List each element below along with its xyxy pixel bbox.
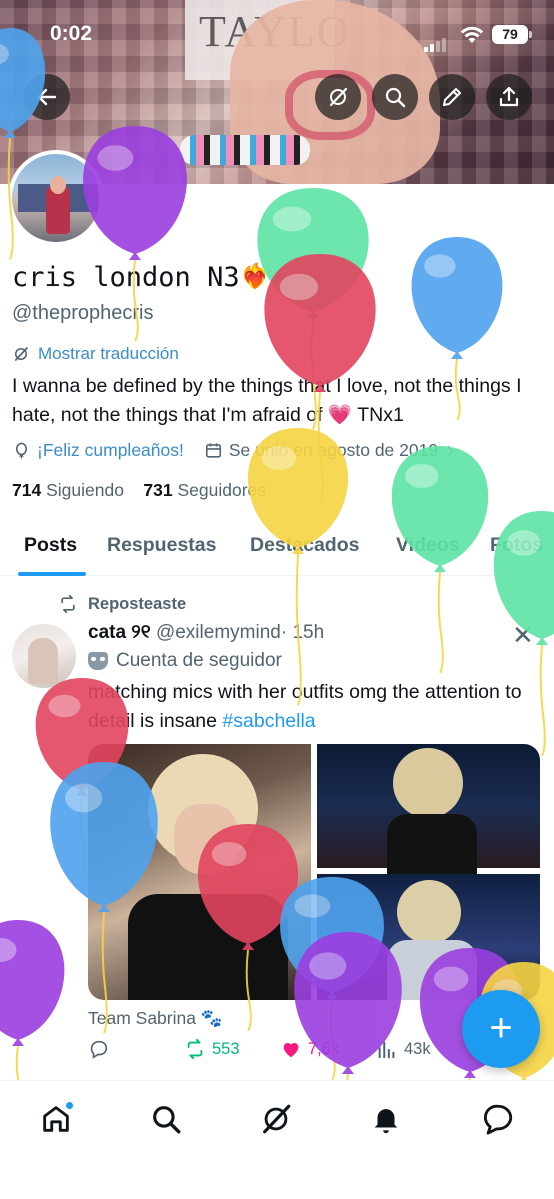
- signal-icon: [424, 34, 448, 52]
- status-time: 0:02: [50, 22, 93, 45]
- followers-stat[interactable]: 731 Seguidores: [143, 480, 266, 500]
- post-author-name[interactable]: cata ୨୧: [88, 622, 151, 643]
- views-button[interactable]: 43k: [376, 1038, 431, 1060]
- mask-icon: [88, 652, 108, 670]
- wifi-icon: [460, 26, 484, 49]
- close-icon[interactable]: ✕: [512, 620, 534, 651]
- calendar-icon: [205, 443, 221, 458]
- media-caption: Team Sabrina 🐾: [88, 1008, 223, 1028]
- reply-icon: [90, 1040, 108, 1059]
- analytics-icon: [378, 1041, 395, 1059]
- tab-videos[interactable]: Videos: [396, 534, 460, 557]
- profile-display-name: cris london N3: [12, 262, 240, 293]
- home-notification-dot: [65, 1101, 74, 1110]
- nav-search[interactable]: [146, 1099, 186, 1139]
- post-media-grid: [88, 744, 540, 1000]
- avatar-face: [50, 176, 66, 194]
- translate-icon: [14, 347, 28, 361]
- nav-grok[interactable]: [256, 1099, 296, 1139]
- grok-icon: [263, 1104, 291, 1134]
- tab-highlights[interactable]: Destacados: [250, 534, 359, 557]
- show-translation-label: Mostrar traducción: [38, 344, 179, 363]
- bottom-navigation: [0, 1080, 554, 1199]
- following-label: Siguiendo: [46, 480, 124, 500]
- following-stat[interactable]: 714 Siguiendo: [12, 480, 124, 500]
- tab-photos[interactable]: Fotos: [490, 534, 543, 557]
- follower-account-label: Cuenta de seguidor: [88, 650, 282, 672]
- profile-avatar[interactable]: [8, 150, 104, 246]
- retweet-icon: [187, 1038, 203, 1060]
- post-text: matching mics with her outfits omg the a…: [88, 678, 528, 736]
- banner-bracelets: [180, 135, 310, 165]
- repost-indicator: Reposteaste: [58, 594, 186, 614]
- active-tab-indicator: [18, 572, 86, 576]
- like-count: 7,6k: [308, 1039, 340, 1058]
- post-author-avatar[interactable]: [12, 624, 76, 688]
- grok-button[interactable]: [315, 74, 361, 120]
- compose-post-button[interactable]: +: [462, 990, 540, 1068]
- retweet-count: 553: [212, 1039, 240, 1058]
- chevron-right-icon[interactable]: [442, 443, 458, 459]
- post-author-handle[interactable]: @exilemymind: [156, 622, 281, 643]
- repost-icon: [61, 594, 75, 614]
- balloon-13: [0, 920, 65, 1108]
- repost-label: Reposteaste: [88, 594, 187, 613]
- profile-tabs: Posts Respuestas Destacados Videos Fotos: [0, 520, 554, 576]
- bell-icon: [374, 1109, 398, 1134]
- battery-indicator: 79: [492, 25, 532, 44]
- joined-date: Se unió en agosto de 2019: [228, 440, 439, 460]
- reply-button[interactable]: [88, 1038, 110, 1060]
- grok-icon: [329, 87, 348, 107]
- status-bar: 0:02 79: [0, 0, 554, 70]
- following-count: 714: [12, 480, 42, 500]
- profile-handle: @theprophecris: [12, 302, 154, 324]
- post-image-2[interactable]: [317, 744, 540, 874]
- follow-stats: 714 Siguiendo 731 Seguidores: [12, 480, 266, 501]
- post-hashtag[interactable]: #sabchella: [222, 710, 315, 732]
- back-button[interactable]: [24, 74, 70, 120]
- follower-account-text: Cuenta de seguidor: [116, 650, 282, 671]
- arrow-left-icon: [37, 88, 57, 106]
- post-avatar-figure: [28, 638, 58, 684]
- tab-posts[interactable]: Posts: [24, 534, 77, 557]
- nav-home[interactable]: [36, 1099, 76, 1139]
- nav-notifications[interactable]: [366, 1099, 406, 1139]
- search-button[interactable]: [372, 74, 418, 120]
- heart-icon: [283, 1043, 299, 1058]
- pencil-icon: [443, 88, 461, 106]
- edit-button[interactable]: [429, 74, 475, 120]
- show-translation-link[interactable]: Mostrar traducción: [12, 344, 179, 364]
- birthday-link[interactable]: ¡Feliz cumpleaños!: [37, 440, 184, 461]
- share-icon: [499, 86, 519, 107]
- search-icon: [385, 87, 406, 108]
- tab-replies[interactable]: Respuestas: [107, 534, 216, 557]
- nav-messages[interactable]: [478, 1099, 518, 1139]
- heart-on-fire-emoji: ❤‍🔥: [240, 263, 270, 290]
- post-image-3[interactable]: [317, 874, 540, 1000]
- search-icon: [153, 1106, 181, 1134]
- profile-bio: I wanna be defined by the things that I …: [12, 375, 522, 426]
- followers-label: Seguidores: [177, 480, 267, 500]
- views-count: 43k: [404, 1039, 431, 1058]
- profile-meta: ¡Feliz cumpleaños! Se unió en agosto de …: [12, 440, 464, 461]
- message-icon: [483, 1104, 513, 1135]
- retweet-button[interactable]: 553: [184, 1038, 240, 1060]
- followers-count: 731: [143, 480, 173, 500]
- post-time: · 15h: [280, 622, 325, 643]
- post-header: cata ୨୧ @exilemymind· 15h: [88, 622, 324, 644]
- post-image-1[interactable]: [88, 744, 311, 1000]
- balloon-icon: [15, 442, 28, 459]
- like-button[interactable]: 7,6k: [280, 1038, 339, 1060]
- share-button[interactable]: [486, 74, 532, 120]
